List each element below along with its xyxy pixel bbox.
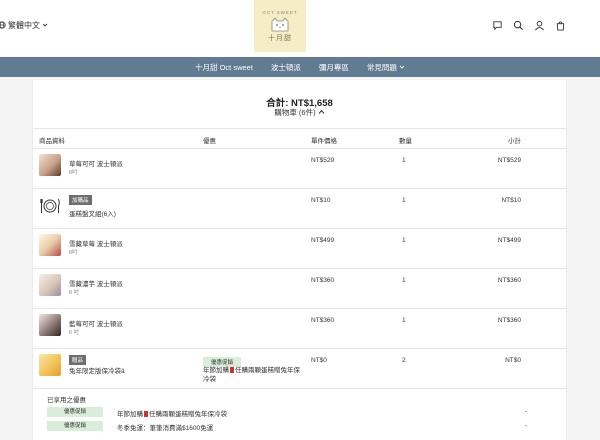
- unit-price: NT$0: [311, 357, 327, 364]
- product-name[interactable]: 兔年限定版保冷袋ä: [69, 365, 125, 375]
- user-icon[interactable]: [534, 20, 545, 31]
- unit-price: NT$529: [311, 157, 335, 164]
- cart-card: 合計: NT$1,658 購物車 (6件) 商品資料 優惠 單件價格 數量 小計…: [32, 80, 567, 440]
- red-mark-icon: [144, 411, 148, 417]
- unit-price: NT$360: [311, 277, 335, 284]
- table-row: 雪藏草莓 波士頓派 8吋 NT$499 1 NT$499: [33, 229, 566, 269]
- product-thumbnail[interactable]: [39, 314, 61, 336]
- cat-logo-icon: [271, 16, 289, 31]
- used-promotions: 已享用之優惠 優惠促銷 年節加購 任購兩顆蛋糕贈兔年保冷袋 - 優惠促銷 冬季免運…: [33, 390, 566, 440]
- cart-icon[interactable]: [555, 20, 566, 31]
- product-name[interactable]: 草莓可可 波士頓派: [69, 158, 123, 168]
- product-name[interactable]: 雪藏濃芋 波士頓派: [69, 278, 123, 288]
- subtotal: NT$360: [497, 277, 521, 284]
- nav-item-mi-yue[interactable]: 彌月專區: [319, 62, 349, 73]
- header-subtotal: 小計: [508, 138, 521, 145]
- product-name[interactable]: 蛋糕盤叉組(6入): [69, 208, 116, 218]
- table-row: 草莓可可 波士頓派 8吋 NT$529 1 NT$529: [33, 149, 566, 189]
- product-name[interactable]: 藍莓可可 波士頓派: [69, 318, 123, 328]
- used-promotion-item: 優惠促銷 年節加購 任購兩顆蛋糕贈兔年保冷袋 -: [47, 407, 527, 418]
- language-label: 繁體中文: [8, 21, 40, 30]
- promotion-text-b: 任購兩顆蛋糕贈兔年保冷袋: [149, 411, 227, 418]
- cart-count-label: 購物車 (6件): [274, 108, 316, 117]
- nav-item-boston-pie[interactable]: 波士頓派: [271, 62, 301, 73]
- red-mark-icon: [230, 367, 234, 373]
- header-promotion: 優惠: [203, 138, 216, 145]
- subtotal: NT$0: [505, 357, 521, 364]
- search-icon[interactable]: [513, 20, 524, 31]
- nav-item-faq-label: 常見問題: [366, 62, 397, 72]
- product-thumbnail[interactable]: [39, 354, 61, 376]
- table-row: 藍莓可可 波士頓派 6 吋 NT$360 1 NT$360: [33, 309, 566, 349]
- nav-item-oct-sweet[interactable]: 十月甜 Oct sweet: [195, 62, 253, 73]
- product-variant: 8吋: [69, 170, 78, 176]
- product-thumbnail[interactable]: [39, 234, 61, 256]
- chevron-down-icon: [399, 65, 405, 69]
- promotion-badge: 優惠促銷: [47, 407, 103, 417]
- quantity: 1: [402, 277, 406, 284]
- gift-tag: 贈品: [69, 355, 87, 365]
- plate-fork-knife-icon: [40, 198, 60, 213]
- promotion-text-a: 年節加購: [203, 367, 229, 374]
- chevron-up-icon: [318, 109, 325, 114]
- nav-item-faq[interactable]: 常見問題: [367, 62, 405, 73]
- product-variant: 8 吋: [69, 290, 80, 296]
- header-unit-price: 單件價格: [311, 138, 337, 145]
- promotion-text: 年節加購 任購兩顆蛋糕贈兔年保冷袋: [203, 366, 303, 384]
- promotion-discount: -: [524, 422, 527, 429]
- add-on-tag: 加購品: [69, 195, 92, 205]
- logo-name: 十月甜: [268, 34, 292, 42]
- top-header: 繁體中文 OCT.SWEET 十月甜: [0, 0, 600, 57]
- subtotal: NT$499: [497, 237, 521, 244]
- product-thumbnail[interactable]: [39, 194, 61, 216]
- header-product: 商品資料: [39, 138, 65, 145]
- table-row: 加購品 蛋糕盤叉組(6入) NT$10 1 NT$10: [33, 189, 566, 229]
- table-header: 商品資料 優惠 單件價格 數量 小計: [33, 128, 566, 149]
- product-thumbnail[interactable]: [39, 154, 61, 176]
- table-row: 贈品 兔年限定版保冷袋ä 優惠促銷 年節加購 任購兩顆蛋糕贈兔年保冷袋 NT$0 …: [33, 349, 566, 389]
- brand-logo[interactable]: OCT.SWEET 十月甜: [254, 0, 306, 52]
- table-row: 雪藏濃芋 波士頓派 8 吋 NT$360 1 NT$360: [33, 269, 566, 309]
- globe-icon: [0, 20, 6, 31]
- product-thumbnail[interactable]: [39, 274, 61, 296]
- header-quantity: 數量: [399, 138, 412, 145]
- main-navigation: 十月甜 Oct sweet 波士頓派 彌月專區 常見問題: [0, 57, 600, 77]
- used-promotions-title: 已享用之優惠: [47, 397, 86, 404]
- quantity: 1: [402, 157, 406, 164]
- quantity: 1: [402, 317, 406, 324]
- chevron-down-icon: [42, 21, 48, 30]
- unit-price: NT$499: [311, 237, 335, 244]
- cart-toggle[interactable]: 購物車 (6件): [33, 107, 566, 118]
- used-promotion-item: 優惠促銷 冬季免運：筆筆消費滿$1600免運 -: [47, 421, 527, 432]
- subtotal: NT$360: [497, 317, 521, 324]
- promotion-text: 年節加購 任購兩顆蛋糕贈兔年保冷袋: [117, 408, 227, 418]
- promotion-discount: -: [524, 408, 527, 415]
- quantity: 1: [402, 237, 406, 244]
- unit-price: NT$360: [311, 317, 335, 324]
- logo-arc-text: OCT.SWEET: [262, 9, 298, 15]
- language-selector[interactable]: 繁體中文: [0, 20, 48, 31]
- quantity: 2: [402, 357, 406, 364]
- chat-icon[interactable]: [492, 20, 503, 31]
- product-variant: 6 吋: [69, 330, 80, 336]
- subtotal: NT$10: [501, 197, 521, 204]
- unit-price: NT$10: [311, 197, 331, 204]
- quantity: 1: [402, 197, 406, 204]
- promotion-text: 冬季免運：筆筆消費滿$1600免運: [117, 425, 214, 432]
- product-name[interactable]: 雪藏草莓 波士頓派: [69, 238, 123, 248]
- promotion-badge: 優惠促銷: [47, 421, 103, 431]
- promotion-text-a: 年節加購: [117, 411, 143, 418]
- product-variant: 8吋: [69, 250, 78, 256]
- subtotal: NT$529: [497, 157, 521, 164]
